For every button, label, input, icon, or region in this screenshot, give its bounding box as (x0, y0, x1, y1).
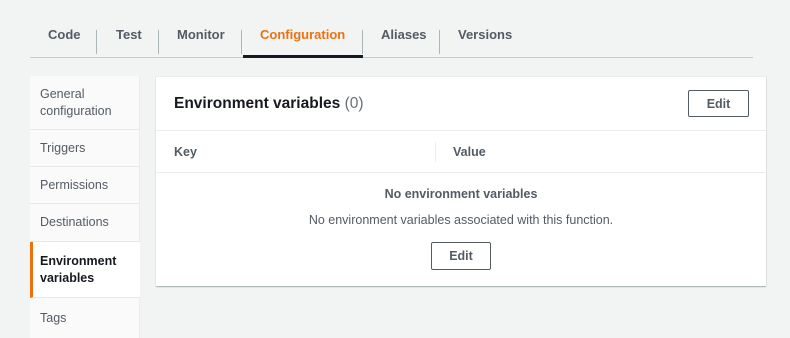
active-tab-indicator (243, 55, 363, 58)
edit-button[interactable]: Edit (688, 90, 749, 117)
sidebar-item-destinations[interactable]: Destinations (30, 204, 140, 242)
sidebar-item-label: Permissions (40, 177, 109, 192)
tab-separator (96, 30, 97, 54)
sidebar-item-label: Destinations (40, 215, 109, 229)
tab-monitor[interactable]: Monitor (177, 10, 225, 58)
lambda-configuration-page: Code Test Monitor Configuration Aliases … (0, 0, 790, 338)
panel-title-text: Environment variables (174, 95, 341, 112)
tab-test[interactable]: Test (116, 10, 142, 58)
tab-separator (158, 30, 159, 54)
tab-separator (241, 30, 242, 54)
sidebar-item-label: General configuration (40, 86, 112, 118)
environment-variables-panel: Environment variables (0) Edit Key Value… (156, 76, 766, 286)
panel-title: Environment variables (0) (174, 95, 364, 113)
sidebar-item-environment-variables[interactable]: Environment variables (30, 242, 140, 298)
empty-state-title: No environment variables (384, 187, 538, 201)
sidebar-item-triggers[interactable]: Triggers (30, 130, 140, 167)
variables-table-header: Key Value (156, 131, 766, 173)
tab-versions[interactable]: Versions (458, 10, 512, 58)
variable-count: (0) (344, 95, 364, 112)
tab-bar: Code Test Monitor Configuration Aliases … (30, 10, 753, 58)
sidebar-item-label: Environment variables (40, 253, 117, 285)
column-divider (435, 142, 436, 162)
tab-separator (362, 30, 363, 54)
panel-header: Environment variables (0) Edit (156, 77, 766, 131)
tab-aliases[interactable]: Aliases (381, 10, 427, 58)
sidebar-item-label: Triggers (40, 140, 86, 155)
tab-separator (439, 30, 440, 54)
empty-state-edit-button[interactable]: Edit (431, 242, 491, 270)
column-header-value: Value (453, 145, 486, 159)
empty-state-description: No environment variables associated with… (308, 213, 614, 227)
sidebar-item-label: Tags (40, 310, 67, 325)
tab-configuration[interactable]: Configuration (260, 10, 345, 58)
column-header-key: Key (174, 145, 197, 159)
sidebar-item-permissions[interactable]: Permissions (30, 167, 140, 204)
configuration-sidebar: General configuration Triggers Permissio… (30, 76, 140, 338)
sidebar-item-tags[interactable]: Tags (30, 298, 140, 338)
tab-code[interactable]: Code (48, 10, 81, 58)
sidebar-item-general-configuration[interactable]: General configuration (30, 76, 140, 130)
